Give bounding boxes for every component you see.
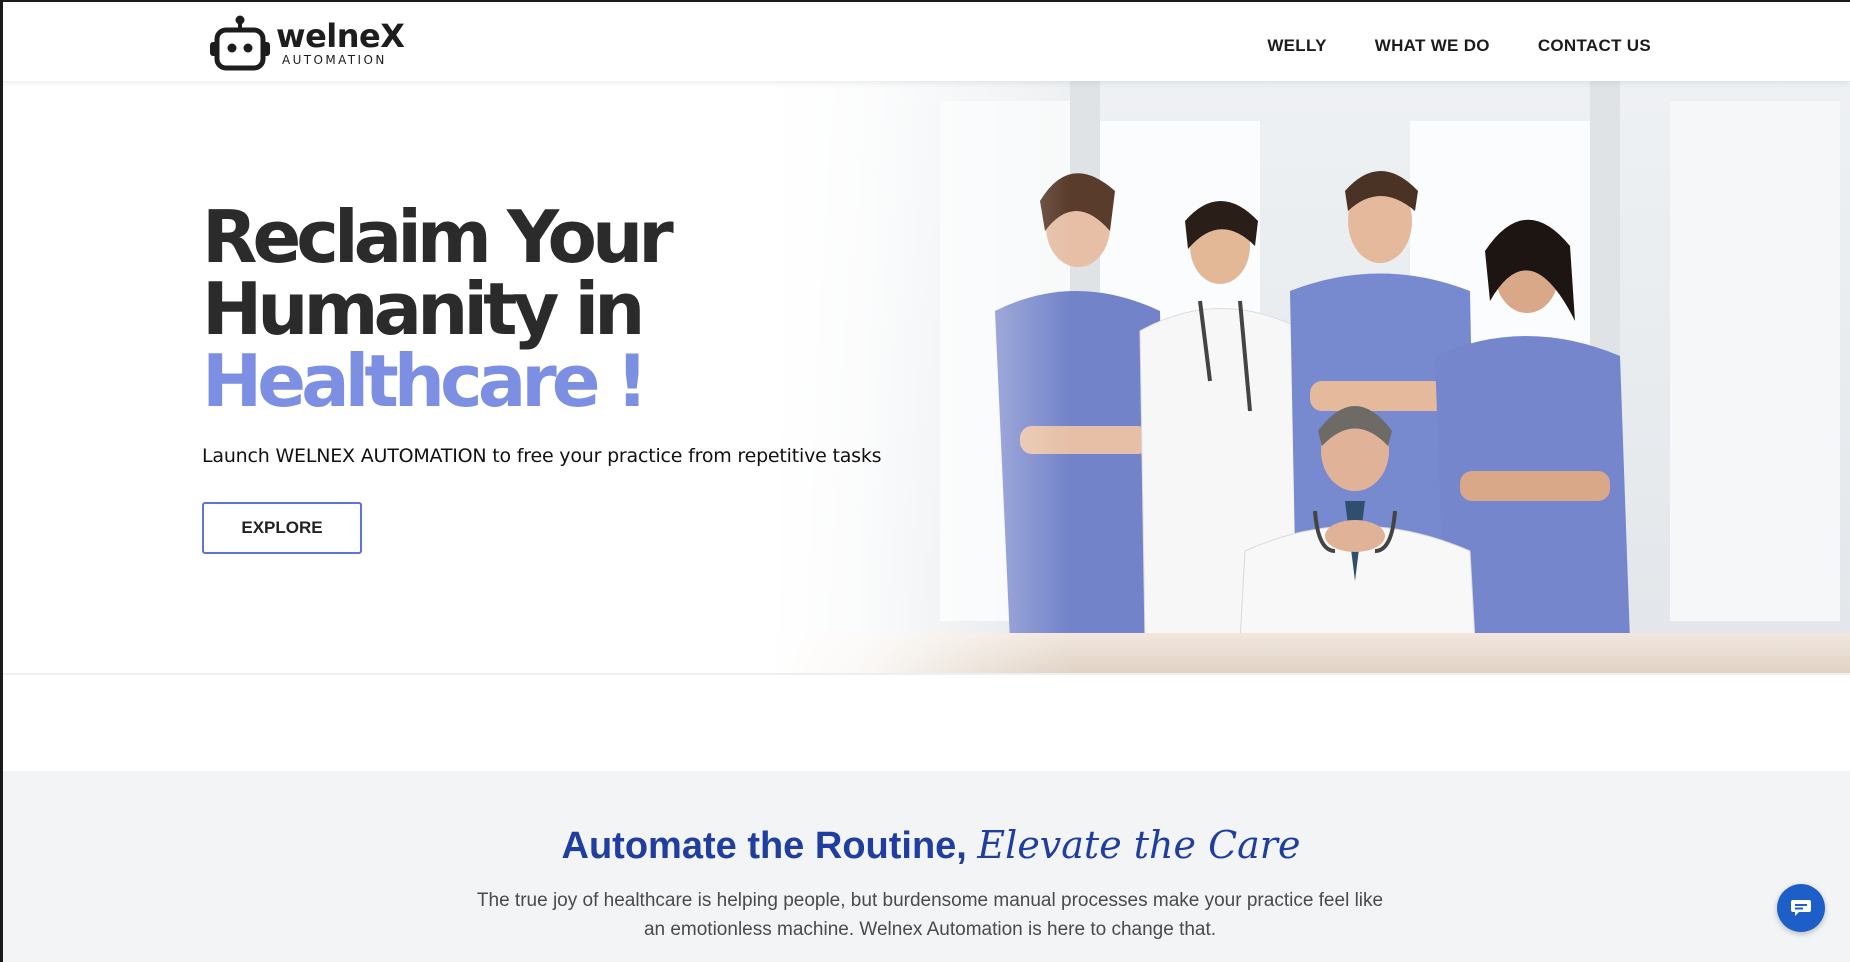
site-header: welneX AUTOMATION WELLY WHAT WE DO CONTA… <box>0 0 1850 81</box>
intro-title: Automate the Routine, Elevate the Care <box>0 823 1850 868</box>
explore-button[interactable]: EXPLORE <box>202 502 362 554</box>
chat-icon <box>1791 900 1811 916</box>
hero-section: Reclaim Your Humanity in Healthcare ! La… <box>0 81 1850 675</box>
intro-text: The true joy of healthcare is helping pe… <box>476 890 1384 940</box>
nav-item-welly[interactable]: WELLY <box>1267 36 1326 56</box>
intro-section: Automate the Routine, Elevate the Care T… <box>0 771 1850 962</box>
chat-button[interactable] <box>1777 884 1825 932</box>
hero-subtitle: Launch WELNEX AUTOMATION to free your pr… <box>202 445 882 467</box>
hero-image-fade <box>770 81 1070 675</box>
hero-title-accent: Healthcare ! <box>202 339 649 423</box>
intro-title-bold: Automate the Routine, <box>561 825 967 867</box>
hero-title: Reclaim Your Humanity in Healthcare ! <box>202 201 674 417</box>
brand-text: welneX AUTOMATION <box>276 17 405 67</box>
main-nav: WELLY WHAT WE DO CONTACT US <box>1267 36 1651 56</box>
brand-name: welneX <box>276 17 405 55</box>
hero-divider <box>0 673 1850 675</box>
robot-logo-icon <box>210 15 270 71</box>
intro-title-italic: Elevate the Care <box>977 823 1301 867</box>
brand-logo[interactable]: welneX AUTOMATION <box>208 14 405 72</box>
brand-tagline: AUTOMATION <box>282 53 387 67</box>
window-edge <box>0 0 3 962</box>
nav-item-what-we-do[interactable]: WHAT WE DO <box>1375 36 1490 56</box>
nav-item-contact-us[interactable]: CONTACT US <box>1538 36 1651 56</box>
